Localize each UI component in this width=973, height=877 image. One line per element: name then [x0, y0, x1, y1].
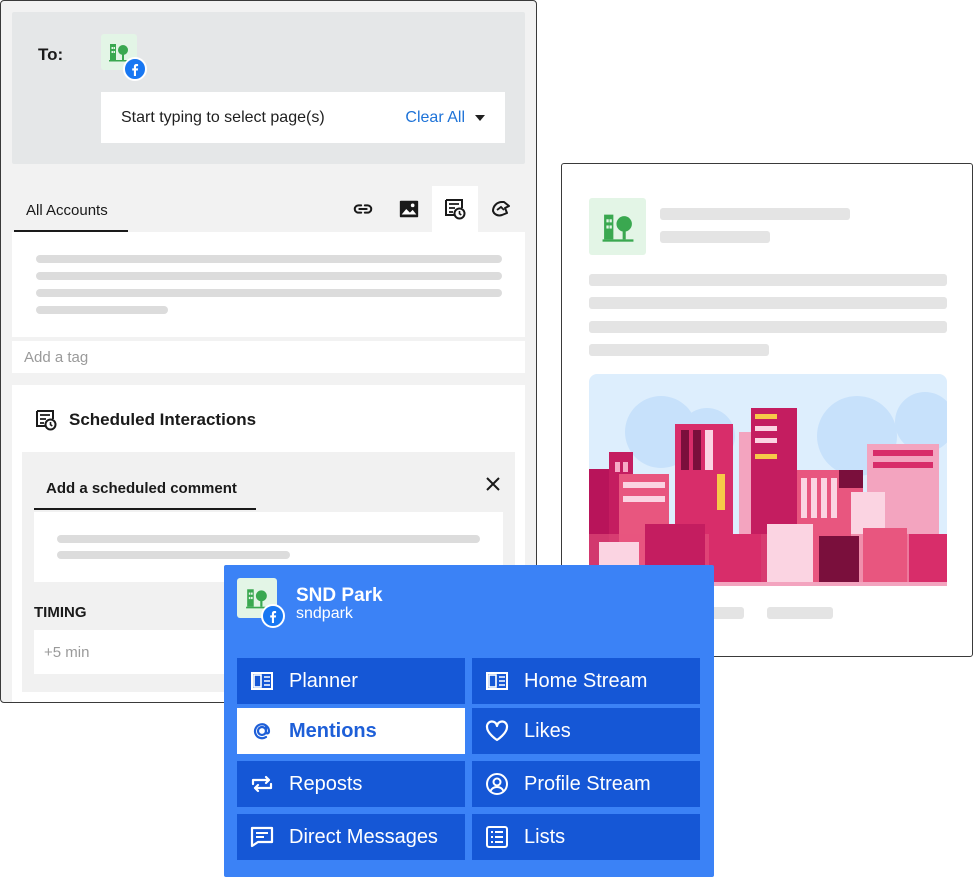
stream-label: Reposts: [289, 772, 363, 795]
to-label: To:: [38, 45, 64, 64]
heart-icon: [484, 718, 510, 744]
facebook-icon: [261, 604, 285, 628]
streams-page-avatar: [237, 578, 285, 628]
city-illustration: [589, 374, 947, 586]
post-text-area[interactable]: [12, 232, 525, 337]
stream-reposts[interactable]: Reposts: [237, 761, 465, 807]
page-selector-placeholder: Start typing to select page(s): [121, 108, 325, 126]
chevron-down-icon[interactable]: [475, 114, 485, 121]
profile-icon: [484, 771, 510, 797]
timing-label: TIMING: [34, 604, 87, 621]
tab-all-accounts[interactable]: All Accounts: [14, 186, 128, 232]
stream-label: Mentions: [289, 719, 377, 742]
page-handle: sndpark: [296, 605, 353, 622]
streams-menu: SND Park sndpark Planner Home Stream Men…: [224, 565, 714, 877]
stream-icon: [484, 668, 510, 694]
stream-label: Likes: [524, 719, 571, 742]
stream-label: Lists: [524, 825, 566, 848]
selected-page-avatar[interactable]: [101, 34, 147, 81]
stream-mentions[interactable]: Mentions: [237, 708, 465, 754]
at-icon: [249, 718, 275, 744]
composer-toolbar: All Accounts: [12, 186, 525, 232]
tab-add-scheduled-comment[interactable]: Add a scheduled comment: [34, 470, 256, 510]
recipient-area: To: Start typing to select page(s) Clear…: [12, 12, 525, 164]
stream-home-stream[interactable]: Home Stream: [472, 658, 700, 704]
scheduled-interactions-icon: [36, 410, 57, 431]
image-icon[interactable]: [386, 186, 432, 232]
tag-input[interactable]: [12, 341, 525, 373]
page-name: SND Park: [296, 585, 383, 606]
link-icon[interactable]: [340, 186, 386, 232]
facebook-icon: [123, 57, 147, 81]
stream-planner[interactable]: Planner: [237, 658, 465, 704]
page-selector-input[interactable]: Start typing to select page(s) Clear All: [101, 92, 505, 143]
scheduled-interactions-icon[interactable]: [432, 186, 478, 232]
ai-assist-icon[interactable]: [478, 186, 524, 232]
repost-icon: [249, 771, 275, 797]
planner-icon: [249, 668, 275, 694]
preview-page-avatar: [589, 198, 646, 255]
close-icon[interactable]: [485, 476, 501, 492]
message-icon: [249, 824, 275, 850]
stream-label: Direct Messages: [289, 825, 438, 848]
stream-direct-messages[interactable]: Direct Messages: [237, 814, 465, 860]
park-logo-icon: [602, 214, 633, 242]
stream-likes[interactable]: Likes: [472, 708, 700, 754]
stream-profile-stream[interactable]: Profile Stream: [472, 761, 700, 807]
timing-input[interactable]: [34, 630, 254, 674]
stream-lists[interactable]: Lists: [472, 814, 700, 860]
stream-label: Profile Stream: [524, 772, 651, 795]
scheduled-interactions-title: Scheduled Interactions: [69, 410, 257, 429]
list-icon: [484, 824, 510, 850]
stream-label: Home Stream: [524, 669, 648, 692]
stream-label: Planner: [289, 669, 358, 692]
clear-all-button[interactable]: Clear All: [405, 109, 465, 127]
